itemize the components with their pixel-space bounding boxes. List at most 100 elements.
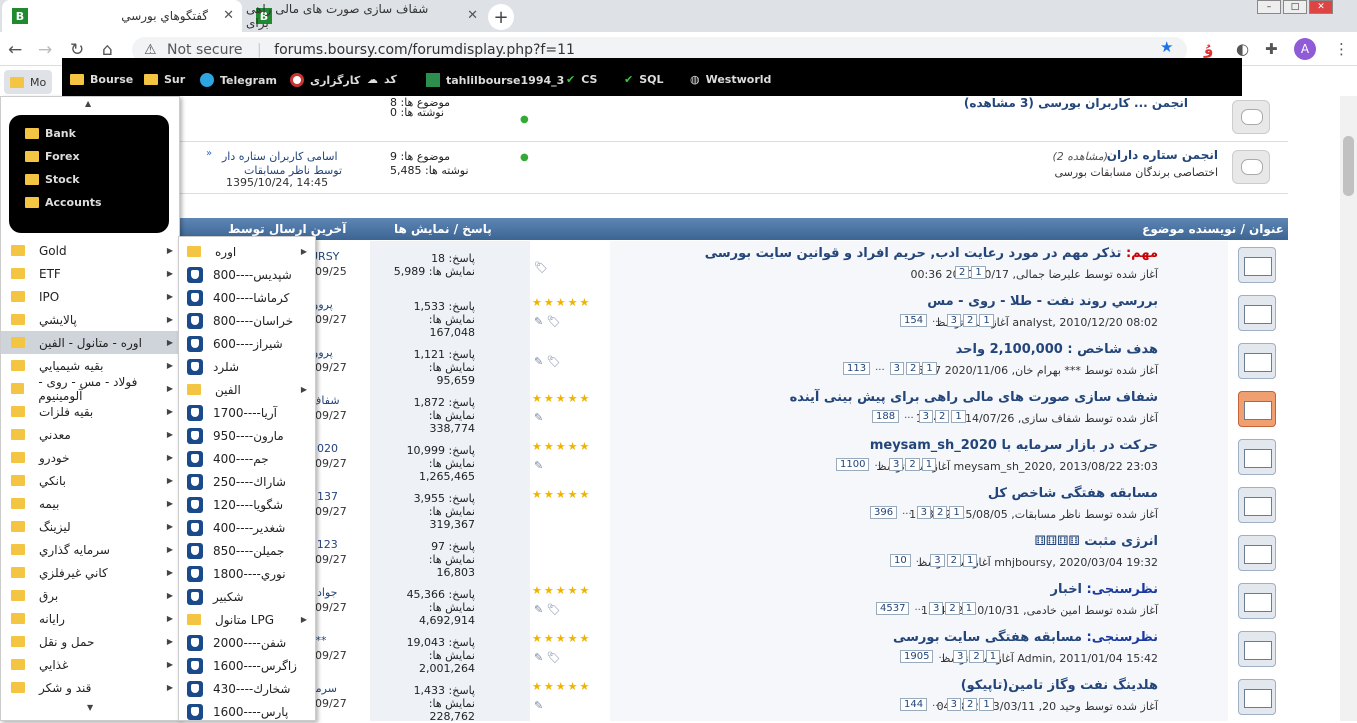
tab-thread[interactable]: B شفاف سازی صورت های مالی راهی برای ✕ [246,0,486,32]
page-link[interactable]: 2 [955,266,970,279]
home-icon[interactable]: ⌂ [102,40,113,60]
page-link[interactable]: 3 [946,314,962,327]
submenu-item[interactable]: شاراك----250 [179,470,315,493]
bookmark-broker[interactable]: کارگزاری [290,73,360,87]
page-link[interactable]: 1 [951,410,966,423]
page-link[interactable]: 2 [906,362,921,375]
thread-title[interactable]: اخبار [1051,582,1083,597]
page-link[interactable]: 2 [945,602,960,615]
tab-boursy[interactable]: B گفتگوهاي بورسي ✕ [2,0,242,32]
submenu-item[interactable]: پارس----1600 [179,700,315,723]
page-link[interactable]: 3 [929,602,944,615]
profile-avatar[interactable]: A [1294,38,1316,60]
maximize-button[interactable]: □ [1283,0,1307,14]
bookmark-telegram[interactable]: Telegram [200,73,277,87]
page-link[interactable]: 1 [961,602,977,615]
kebab-menu-icon[interactable]: ⋮ [1334,40,1349,58]
submenu-item[interactable]: جم----400 [179,447,315,470]
thread-title[interactable]: هدف شاخص : 2,100,000 واحد [956,342,1158,357]
bookmark-westworld[interactable]: ◍ Westworld [690,73,771,86]
page-link[interactable]: 1 [971,266,986,279]
thread-row[interactable]: پرووا 09/27 پاسخ: 1,121 نمایش ها: 95,659 ✎… [180,337,1288,387]
menu-item[interactable]: IPO ▶ [1,285,179,308]
page-scrollbar[interactable] [1340,96,1357,721]
bookmark-tahlil[interactable]: tahlilbourse1994_3 [426,73,564,87]
extension-red-icon[interactable]: ۇ [1204,40,1213,58]
page-link[interactable]: 3 [889,362,905,375]
back-icon[interactable]: ← [8,40,22,60]
close-icon[interactable]: ✕ [223,8,234,23]
page-link[interactable]: 10 [890,554,911,567]
page-link[interactable]: 1 [963,554,978,567]
extension-dark-icon[interactable]: ◐ [1236,40,1249,58]
submenu-item[interactable]: زاگرس----1600 [179,654,315,677]
submenu-item[interactable]: مارون----950 [179,424,315,447]
submenu-item[interactable]: خراسان----800 [179,309,315,332]
page-link[interactable]: 396 [870,506,898,519]
submenu-item[interactable]: نوري----1800 [179,562,315,585]
submenu-item[interactable]: شغدير----400 [179,516,315,539]
menu-item[interactable]: بانكي ▶ [1,469,179,492]
header-last-sort[interactable]: آخرین ارسال توسط [228,222,346,236]
menu-item[interactable]: سرمايه گذاري ▶ [1,538,179,561]
new-tab-button[interactable]: + [488,4,514,30]
menu-item[interactable]: ليزينگ ▶ [1,515,179,538]
submenu-item[interactable]: شپديس----800 [179,263,315,286]
menu-item[interactable]: بقيه فلزات ▶ [1,400,179,423]
scroll-up-icon[interactable]: ▲ [85,99,91,108]
submenu-item[interactable]: جميلن----850 [179,539,315,562]
scroll-down-icon[interactable]: ▼ [87,703,93,712]
scrollbar-thumb[interactable] [1343,136,1354,196]
forum-title[interactable]: انجمن ستاره داران [1107,148,1218,162]
submenu-item[interactable]: شگويا----120 [179,493,315,516]
thread-row[interactable]: سرمد 09/27 پاسخ: 1,433 نمایش ها: 228,762 ★… [180,673,1288,723]
header-title-sort[interactable]: عنوان / نویسنده موضوع [1142,222,1284,236]
thread-title[interactable]: مسابقه هفتگی سایت بورسی [893,630,1082,645]
menu-item[interactable]: بيمه ▶ [1,492,179,515]
submenu-item[interactable]: متانول LPG ▶ [179,608,315,631]
page-link[interactable]: 2 [933,506,948,519]
thread-title[interactable]: شفاف سازی صورت های مالی راهی برای پیش بی… [790,390,1158,405]
page-link[interactable]: 1 [979,314,994,327]
header-replies-sort[interactable]: پاسخ / نمایش ها [394,222,492,236]
menu-item[interactable]: ETF ▶ [1,262,179,285]
page-link[interactable]: 2 [963,314,978,327]
bookmark-sur[interactable]: Sur [144,73,185,86]
thread-title[interactable]: تذکر مهم در مورد رعایت ادب, حریم افراد و… [705,246,1122,261]
submenu-item[interactable]: شكبير [179,585,315,608]
menu-item[interactable]: فولاد - مس - روی - آلومینیوم ▶ [1,375,179,403]
forward-icon[interactable]: → [38,40,52,60]
last-post-icon[interactable]: » [206,148,212,159]
page-link[interactable]: 2 [963,698,978,711]
thread-row[interactable]: URSY 09/25 پاسخ: 18 نمایش ها: 5,989 🏷 مهم:… [180,241,1288,289]
thread-title[interactable]: حرکت در بازار سرمایه با meysam_sh_2020 [870,438,1158,453]
thread-row[interactable]: a123 09/27 پاسخ: 97 نمایش ها: 16,803 انرژی… [180,529,1288,579]
page-link[interactable]: 1 [921,458,937,471]
menu-item-forex[interactable]: Forex [25,150,80,163]
menu-item[interactable]: حمل و نقل ▶ [1,630,179,653]
page-link[interactable]: 1905 [900,650,934,663]
minimize-button[interactable]: – [1257,0,1281,14]
page-link[interactable]: 3 [946,698,962,711]
submenu-item[interactable]: شيراز----600 [179,332,315,355]
page-link[interactable]: 1100 [836,458,870,471]
submenu-item[interactable]: آريا----1700 [179,401,315,424]
page-link[interactable]: 3 [930,554,945,567]
menu-item[interactable]: Gold ▶ [1,239,179,262]
menu-item-accounts[interactable]: Accounts [25,196,102,209]
bookmark-cs[interactable]: ✔ CS [566,73,597,86]
forum-last-title[interactable]: اسامی کاربران ستاره دار [222,150,338,163]
page-link[interactable]: 154 [900,314,928,327]
menu-item[interactable]: معدني ▶ [1,423,179,446]
close-window-button[interactable]: ✕ [1309,0,1333,14]
page-link[interactable]: 3 [953,650,968,663]
thread-row[interactable]: d137 09/27 پاسخ: 3,955 نمایش ها: 319,367 ★… [180,481,1288,531]
page-link[interactable]: 2 [969,650,984,663]
page-link[interactable]: 1 [922,362,937,375]
bookmark-star-icon[interactable]: ★ [1160,38,1173,56]
thread-row[interactable]: جواد709/27 پاسخ: 45,366نمایش ها: 4,692,9… [180,577,1288,627]
reload-icon[interactable]: ↻ [70,40,84,60]
page-link[interactable]: 2 [935,410,950,423]
thread-title[interactable]: انرژی مثبت ⚅⚅⚅⚅ [1035,534,1159,549]
menu-item[interactable]: برق ▶ [1,584,179,607]
